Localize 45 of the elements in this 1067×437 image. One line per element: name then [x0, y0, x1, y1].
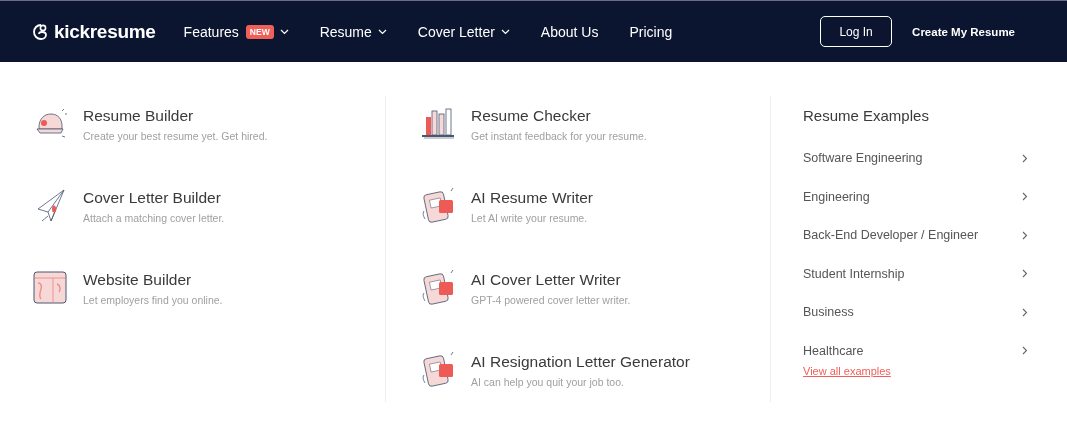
nav-menu-item[interactable]: About Us [540, 23, 599, 40]
login-button[interactable]: Log In [820, 16, 893, 47]
product-description: Let employers find you online. [83, 294, 223, 307]
example-link[interactable]: Healthcare [803, 342, 864, 359]
nav-menu-item[interactable]: Cover Letter [417, 23, 510, 40]
logo-icon [32, 22, 50, 41]
new-badge: NEW [245, 24, 274, 39]
chevron-right-icon [1022, 230, 1028, 240]
example-link[interactable]: Engineering [803, 188, 870, 205]
chevron-right-icon [1022, 153, 1028, 163]
cube-icon [32, 269, 68, 305]
nav-menu-item[interactable]: Features NEW [183, 23, 289, 40]
chevron-down-icon [500, 28, 510, 35]
example-link[interactable]: Student Internship [803, 265, 905, 282]
product-description: Create your best resume yet. Get hired. [83, 130, 268, 143]
example-link[interactable]: Back-End Developer / Engineer [803, 227, 979, 244]
product-description: GPT-4 powered cover letter writer. [471, 294, 631, 307]
product-description: Attach a matching cover letter. [83, 212, 225, 225]
chevron-down-icon [377, 28, 387, 35]
phone-icon [420, 269, 456, 305]
chevron-right-icon [1022, 346, 1028, 356]
product-title[interactable]: Website Builder [83, 271, 223, 289]
chart-icon [420, 105, 456, 141]
product-description: AI can help you quit your job too. [471, 376, 625, 389]
create-resume-link[interactable]: Create My Resume [912, 25, 1015, 38]
product-title[interactable]: Resume Builder [83, 107, 268, 125]
product-title[interactable]: Resume Checker [471, 107, 647, 125]
product-title[interactable]: Cover Letter Builder [83, 189, 225, 207]
product-description: Let AI write your resume. [471, 212, 589, 225]
example-link[interactable]: Business [803, 304, 854, 321]
logo-text[interactable]: kickresume [54, 20, 156, 43]
product-title[interactable]: AI Cover Letter Writer [471, 271, 631, 289]
product-title[interactable]: AI Resignation Letter Generator [471, 353, 690, 371]
chevron-right-icon [1022, 307, 1028, 317]
chevron-right-icon [1022, 269, 1028, 279]
example-link[interactable]: Software Engineering [803, 150, 923, 167]
product-description: Get instant feedback for your resume. [471, 130, 647, 143]
phone-icon [420, 351, 456, 387]
nav-menu-item[interactable]: Resume [319, 23, 387, 40]
product-title[interactable]: AI Resume Writer [471, 189, 594, 207]
section-heading: Resume Examples [803, 107, 930, 125]
chevron-right-icon [1022, 192, 1028, 202]
chevron-down-icon [279, 28, 289, 35]
nav-menu-item[interactable]: Pricing [629, 23, 673, 40]
phone-icon [420, 187, 456, 223]
